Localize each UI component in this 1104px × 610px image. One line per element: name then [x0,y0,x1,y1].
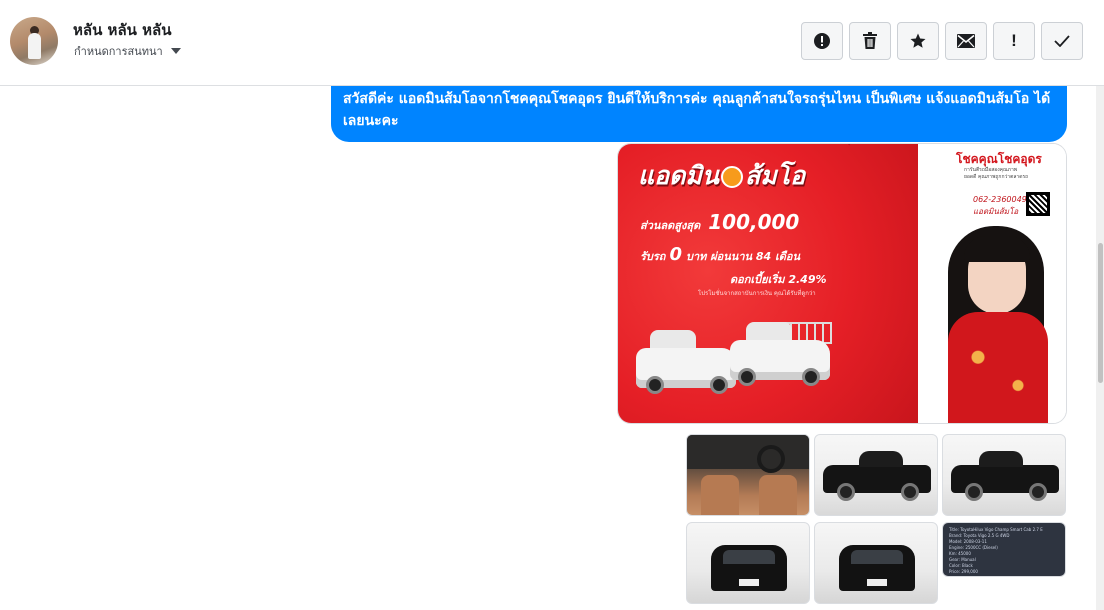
pickup-wheel [901,483,919,501]
star-icon [910,33,926,48]
contact-avatar[interactable] [10,17,58,65]
promo-title-right: ส้มโอ [744,161,806,190]
photo-truck-rear[interactable] [686,522,810,604]
promo-discount-value: 100,000 [708,210,800,234]
pickup-wheel [965,483,983,501]
exclamation-circle-icon [814,33,830,49]
mark-unread-button[interactable] [945,22,987,60]
admin-portrait-bangs [964,236,1030,262]
black-pickup-front [839,545,915,591]
promo-phone: 062-2360049 [973,195,1027,204]
license-plate-shape [739,579,759,586]
delete-button[interactable] [849,22,891,60]
black-pickup-side [951,451,1059,501]
promo-interest: ดอกเบี้ยเริ่ม 2.49% [730,273,827,286]
promo-phone-name: แอดมินส้มโอ [973,207,1019,216]
mark-important-button[interactable]: ! [993,22,1035,60]
avatar-figure-shape [28,33,41,59]
exclamation-icon: ! [1011,31,1017,50]
license-plate-shape [867,579,887,586]
promo-image-attachment[interactable]: แอดมิน ส้มโอ ส่วนลดสูงสุด 100,000 รับรถ 0 บา… [617,143,1067,424]
pickup-rear-window [723,550,775,564]
steering-wheel-shape [757,445,785,473]
message-bubble[interactable]: สวัสดีค่ะ แอดมินส้มโอจากโชคคุณโชคอุดร ยิ… [331,86,1067,142]
assign-conversation-dropdown[interactable]: กำหนดการสนทนา [74,42,181,60]
photo-truck-front[interactable] [814,522,938,604]
truck-wheel [710,376,728,394]
promo-down-label: รับรถ [640,250,666,263]
promo-down-line: รับรถ 0 บาท ผ่อนนาน 84 เดือน [640,244,800,265]
promo-brand-sub-line1: การันตีรถมือสองคุณภาพ [964,167,1018,173]
promo-brand-sub-line2: ยอดดี คุณภาพถูกกว่าตลาดรถ [964,174,1029,180]
report-spam-button[interactable] [801,22,843,60]
promo-discount-line: ส่วนลดสูงสุด 100,000 [640,210,799,234]
black-pickup-side [823,451,931,501]
orange-fruit-icon [720,166,743,188]
promo-down-suffix: บาท ผ่อนนาน 84 เดือน [686,250,801,263]
envelope-icon [957,34,975,48]
photo-spec-sheet[interactable]: Title: ToyotaHilux Vigo Champ Smart Cab … [942,522,1066,577]
car-seat-shape [759,475,797,515]
promo-fine-print: โปรโมชั่นจากสถาบันการเงิน คุณได้รับที่ดู… [698,290,816,297]
star-button[interactable] [897,22,939,60]
promo-down-value: 0 [669,244,682,265]
mark-done-button[interactable] [1041,22,1083,60]
truck-wheel [802,368,820,386]
photo-truck-side-left[interactable] [942,434,1066,516]
pickup-cabin-shape [859,451,903,467]
promo-phone-block: 062-2360049 แอดมินส้มโอ [973,194,1027,218]
interior-dashboard-shape [687,435,809,469]
promo-title: แอดมิน ส้มโอ [638,156,805,196]
admin-portrait-dress [948,312,1048,423]
contact-name[interactable]: หลัน หลัน หลัน [73,18,171,42]
promo-title-left: แอดมิน [638,161,719,190]
photo-interior[interactable] [686,434,810,516]
pickup-cabin-shape [979,451,1023,467]
assign-conversation-label: กำหนดการสนทนา [74,45,163,58]
car-seat-shape [701,475,739,515]
photo-truck-side-right[interactable] [814,434,938,516]
conversation-toolbar: ! [801,22,1083,60]
qr-code-icon [1026,192,1050,216]
caret-down-icon [170,48,181,54]
conversation-header: หลัน หลัน หลัน กำหนดการสนทนา ! [0,0,1104,86]
photo-attachment-grid: Title: ToyotaHilux Vigo Champ Smart Cab … [686,434,1068,610]
pickup-windshield [851,550,903,564]
promo-discount-label: ส่วนลดสูงสุด [640,219,701,232]
black-pickup-rear [711,545,787,591]
message-thread: สวัสดีค่ะ แอดมินส้มโอจากโชคคุณโชคอุดร ยิ… [0,86,1096,610]
pickup-wheel [837,483,855,501]
checkmark-icon [1054,35,1070,47]
spec-line: Price: 299,000 [949,569,978,574]
trash-icon [863,32,877,49]
promo-brand-sub: การันตีรถมือสองคุณภาพ ยอดดี คุณภาพถูกกว่… [964,167,1028,181]
thread-scrollbar-thumb[interactable] [1098,243,1103,383]
truck-wheel [646,376,664,394]
truck-wheel [738,368,756,386]
pickup-wheel [1029,483,1047,501]
